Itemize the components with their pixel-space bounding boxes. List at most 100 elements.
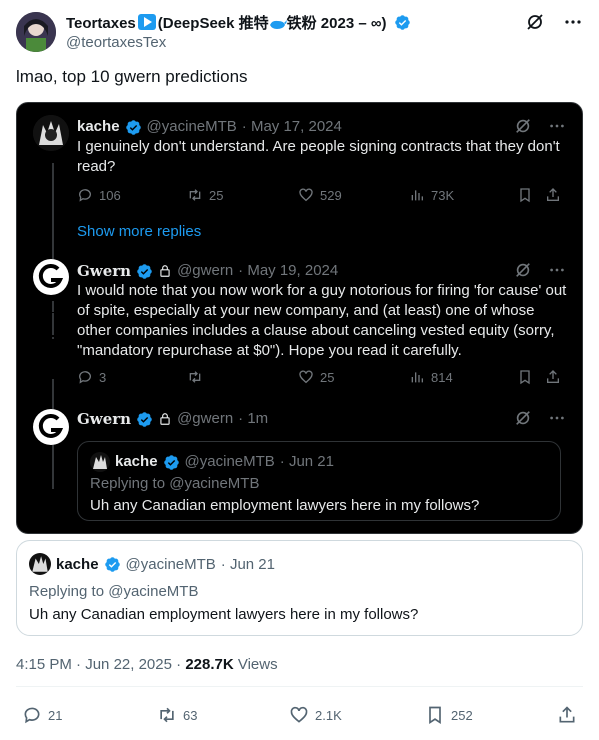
author-handle[interactable]: @teortaxesTex bbox=[66, 34, 166, 51]
reply-button[interactable]: 21 bbox=[22, 705, 62, 725]
grok-icon[interactable] bbox=[514, 261, 532, 279]
retweet-icon bbox=[160, 707, 174, 723]
verified-badge-icon bbox=[394, 15, 410, 30]
lock-icon bbox=[160, 265, 170, 277]
like-count: 2.1K bbox=[315, 707, 342, 723]
bookmark-icon bbox=[429, 706, 441, 725]
author-avatar[interactable] bbox=[16, 12, 56, 52]
author-name-suffix: 铁粉 2023 – ∞) bbox=[286, 15, 387, 32]
quoted-post[interactable]: kache @yacineMTB · Jun 21 Replying to @y… bbox=[16, 540, 583, 636]
post1-name[interactable]: kache bbox=[77, 117, 120, 137]
post2-text: I would note that you now work for a guy… bbox=[77, 282, 567, 359]
grok-icon[interactable] bbox=[514, 117, 532, 135]
verified-badge-icon bbox=[104, 556, 120, 572]
post1-date[interactable]: · May 17, 2024 bbox=[242, 117, 342, 137]
post3-date[interactable]: · 1m bbox=[238, 409, 268, 429]
grok-icon[interactable] bbox=[514, 409, 532, 427]
quote-header: kache @yacineMTB · Jun 21 bbox=[29, 553, 275, 575]
post1-header: kache @yacineMTB · May 17, 2024 bbox=[77, 117, 342, 137]
post3-name[interactable]: Gwern bbox=[77, 409, 131, 429]
post1-text: I genuinely don't understand. Are people… bbox=[77, 138, 560, 175]
retweet-button[interactable]: 63 bbox=[157, 705, 197, 725]
post3-actions-top bbox=[514, 409, 566, 427]
post1-retweet[interactable]: 25 bbox=[187, 187, 223, 203]
kache-avatar[interactable] bbox=[29, 553, 51, 575]
embedded-screenshot[interactable]: kache @yacineMTB · May 17, 2024 I genuin… bbox=[16, 102, 583, 534]
heart-icon bbox=[299, 370, 313, 384]
post1-reply-count: 106 bbox=[99, 187, 121, 203]
more-options-icon[interactable] bbox=[548, 409, 566, 427]
more-options-icon[interactable] bbox=[563, 12, 583, 32]
bookmark-count: 252 bbox=[451, 707, 473, 723]
post1-views-count: 73K bbox=[431, 187, 455, 203]
post1-views[interactable]: 73K bbox=[409, 187, 454, 203]
post2-views-count: 814 bbox=[431, 369, 453, 385]
post1-handle[interactable]: @yacineMTB bbox=[147, 117, 237, 137]
thread-dot bbox=[52, 337, 54, 339]
tweet-views-label: Views bbox=[237, 656, 278, 673]
whale-icon bbox=[269, 20, 287, 29]
inner-quote-replying: Replying to @yacineMTB bbox=[90, 475, 260, 492]
post2-reply-count: 3 bbox=[99, 369, 107, 385]
bookmark-button[interactable]: 252 bbox=[425, 705, 473, 725]
inner-quoted-post[interactable]: kache @yacineMTB · Jun 21 Replying to @y… bbox=[77, 441, 561, 521]
verified-badge-icon bbox=[163, 454, 179, 470]
post3-header: Gwern @gwern · 1m bbox=[77, 409, 268, 429]
thread-dot bbox=[52, 313, 54, 315]
post2-reply[interactable]: 3 bbox=[77, 369, 106, 385]
post1-reply[interactable]: 106 bbox=[77, 187, 121, 203]
post1-retweet-count: 25 bbox=[209, 187, 224, 203]
quote-name: kache bbox=[56, 555, 99, 573]
reply-icon bbox=[78, 371, 91, 384]
tweet-views-count: 228.7K bbox=[185, 656, 234, 673]
grok-icon[interactable] bbox=[525, 12, 545, 32]
quote-text: Uh any Canadian employment lawyers here … bbox=[29, 606, 419, 623]
thread-dot bbox=[52, 325, 54, 327]
reply-count: 21 bbox=[48, 707, 63, 723]
author-name[interactable]: Teortaxes (DeepSeek 推特 铁粉 2023 – ∞) bbox=[66, 12, 411, 33]
more-options-icon[interactable] bbox=[548, 261, 566, 279]
gwern-avatar[interactable] bbox=[33, 259, 69, 295]
tweet-meta: 4:15 PM · Jun 22, 2025 · 228.7K Views bbox=[16, 656, 278, 673]
bookmark-icon[interactable] bbox=[517, 187, 533, 203]
more-options-icon[interactable] bbox=[548, 117, 566, 135]
kache-avatar[interactable] bbox=[33, 115, 69, 151]
meta-separator: · bbox=[76, 656, 82, 673]
gwern-avatar[interactable] bbox=[33, 409, 69, 445]
views-icon bbox=[411, 372, 423, 383]
post2-views[interactable]: 814 bbox=[409, 369, 453, 385]
verified-badge-icon bbox=[137, 411, 152, 427]
post1-like[interactable]: 529 bbox=[298, 187, 342, 203]
retweet-icon bbox=[189, 371, 201, 383]
thread-dot bbox=[52, 333, 54, 335]
post3-handle[interactable]: @gwern bbox=[177, 409, 233, 429]
share-button[interactable] bbox=[557, 705, 577, 725]
tweet-text: lmao, top 10 gwern predictions bbox=[16, 67, 248, 86]
post2-retweet[interactable] bbox=[187, 369, 203, 385]
verified-badge-icon bbox=[125, 119, 141, 135]
heart-icon bbox=[299, 188, 313, 202]
post2-actions-top bbox=[514, 261, 566, 279]
show-more-replies-link[interactable]: Show more replies bbox=[77, 223, 201, 240]
tweet-date[interactable]: Jun 22, 2025 bbox=[85, 656, 172, 673]
thread-dot bbox=[52, 309, 54, 311]
quote-date: · Jun 21 bbox=[220, 555, 275, 573]
post2-date[interactable]: · May 19, 2024 bbox=[238, 261, 338, 281]
thread-dot bbox=[52, 329, 54, 331]
post2-like[interactable]: 25 bbox=[298, 369, 334, 385]
like-button[interactable]: 2.1K bbox=[289, 705, 342, 725]
thread-dot bbox=[52, 317, 54, 319]
reply-icon bbox=[24, 707, 40, 724]
bookmark-icon[interactable] bbox=[517, 369, 533, 385]
kache-avatar[interactable] bbox=[90, 452, 110, 472]
post2-name[interactable]: Gwern bbox=[77, 261, 131, 281]
retweet-icon bbox=[189, 189, 201, 201]
tweet-time[interactable]: 4:15 PM bbox=[16, 656, 72, 673]
post2-header: Gwern @gwern · May 19, 2024 bbox=[77, 261, 338, 281]
meta-separator: · bbox=[176, 656, 182, 673]
post1-like-count: 529 bbox=[320, 187, 342, 203]
post2-handle[interactable]: @gwern bbox=[177, 261, 233, 281]
heart-icon bbox=[290, 706, 308, 723]
share-icon[interactable] bbox=[545, 369, 561, 385]
share-icon[interactable] bbox=[545, 187, 561, 203]
